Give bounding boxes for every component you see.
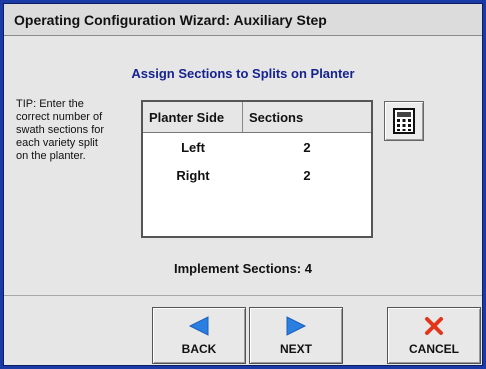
x-icon [425,317,443,335]
right-arrow-icon [286,316,307,336]
planter-side-cell: Right [176,167,210,183]
window-title: Operating Configuration Wizard: Auxiliar… [4,4,482,36]
sections-cell[interactable]: 2 [243,168,371,183]
next-button[interactable]: NEXT [249,307,343,364]
table-row[interactable]: Right 2 [143,161,371,189]
column-header-planter-side: Planter Side [143,102,243,132]
sections-table: Planter Side Sections Left 2 Right 2 [141,100,373,238]
back-button-label: BACK [181,342,217,356]
column-header-sections: Sections [249,109,304,125]
left-arrow-icon [188,316,209,336]
implement-sections-label: Implement Sections: 4 [174,261,312,276]
divider [4,295,482,296]
cancel-button-label: CANCEL [409,342,459,356]
cancel-button[interactable]: CANCEL [387,307,481,364]
wizard-window: Operating Configuration Wizard: Auxiliar… [3,3,483,366]
planter-side-cell: Left [181,139,205,155]
page-heading: Assign Sections to Splits on Planter [131,66,355,81]
table-row[interactable]: Left 2 [143,133,371,161]
back-button[interactable]: BACK [152,307,246,364]
table-header: Planter Side Sections [143,102,371,133]
next-button-label: NEXT [279,342,312,356]
tip-text: TIP: Enter the correct number of swath s… [16,98,105,162]
sections-cell[interactable]: 2 [243,140,371,155]
calculator-icon [393,108,415,134]
calculator-button[interactable] [384,101,424,141]
